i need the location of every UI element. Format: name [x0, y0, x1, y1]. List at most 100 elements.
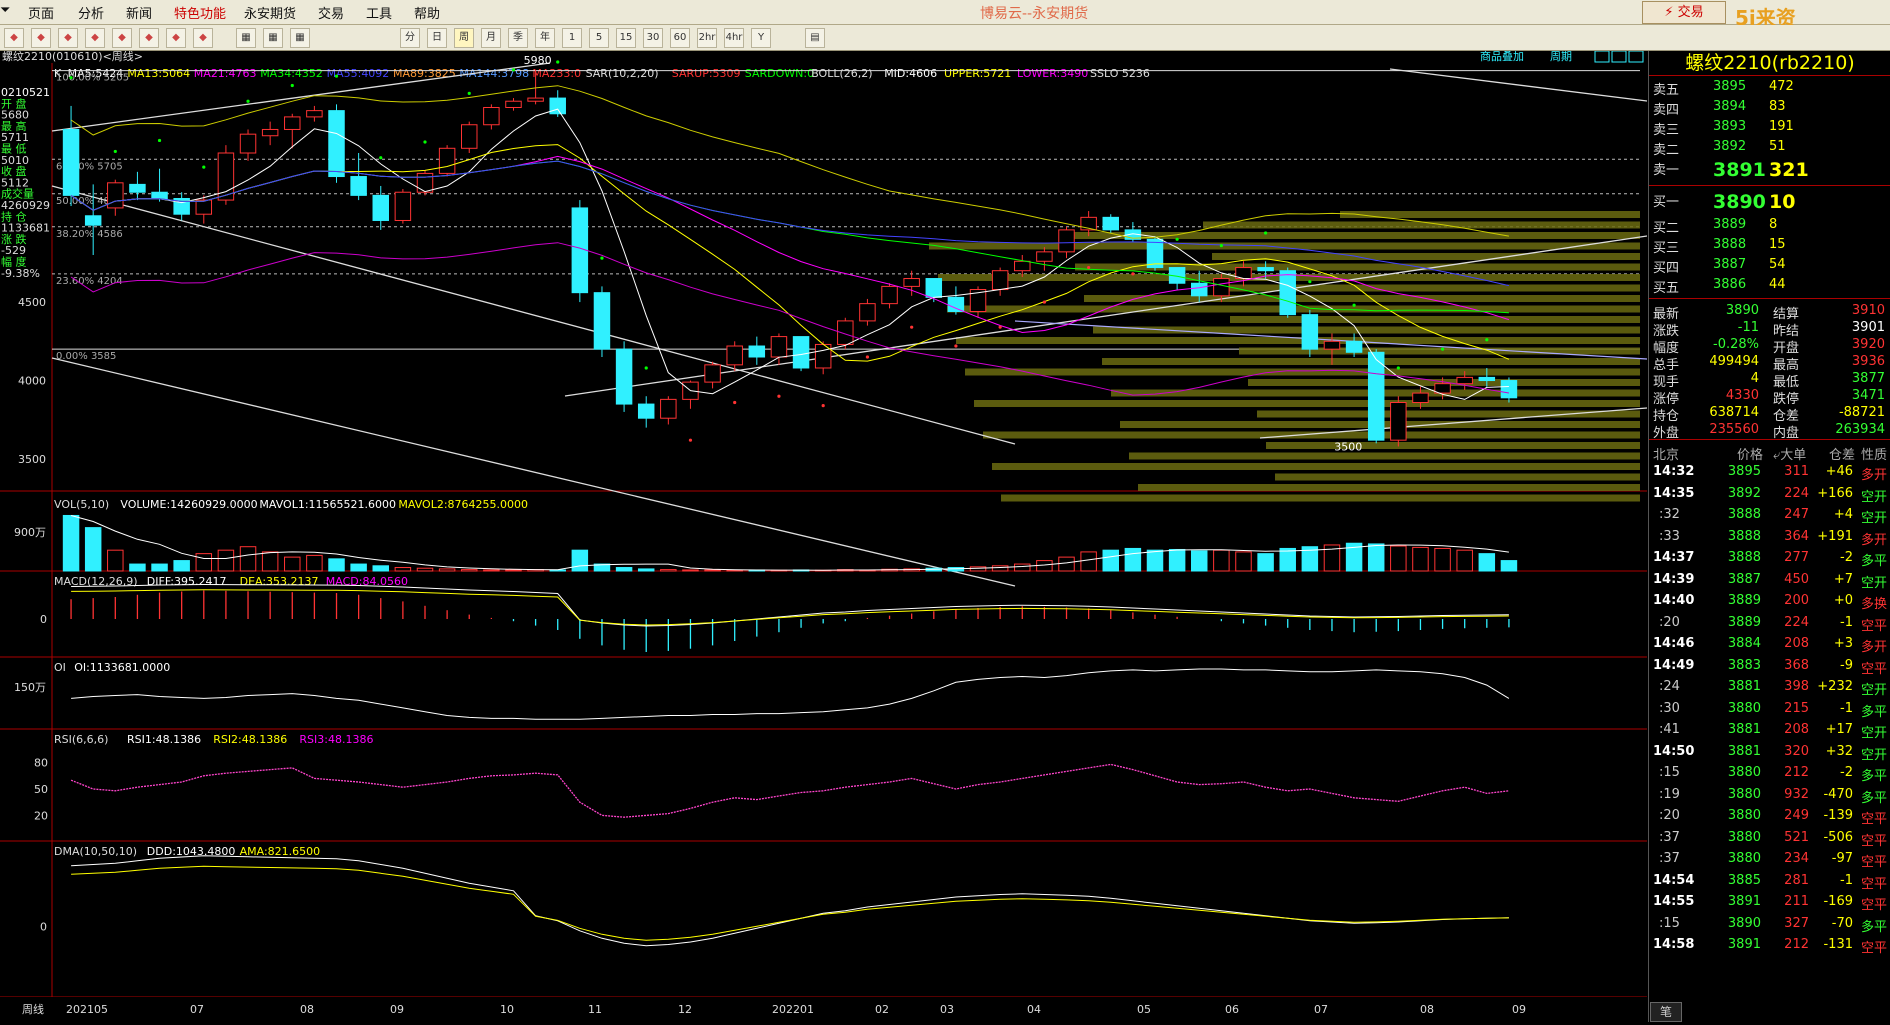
period-button[interactable]: Y: [751, 28, 771, 48]
chart-svg[interactable]: 螺纹2210(010610)<周线> 商品叠加 周期K MA5:5424 MA13:50…: [0, 49, 1648, 1022]
pencil-icon[interactable]: ◆: [85, 28, 105, 48]
candle-body: [770, 336, 788, 358]
stat-value: 3890: [1725, 303, 1759, 318]
lock-icon[interactable]: ▦: [290, 28, 310, 48]
candle-body: [947, 296, 965, 312]
tick-volume: 364: [1784, 528, 1809, 544]
cup-icon[interactable]: ◆: [139, 28, 159, 48]
period-button[interactable]: 1: [562, 28, 582, 48]
home-icon[interactable]: ◆: [4, 28, 24, 48]
tick-volume: 249: [1784, 808, 1809, 823]
candle-body: [438, 147, 456, 174]
x-axis-label: 05: [1137, 1003, 1151, 1016]
candle-body: [107, 182, 124, 209]
tick-row: :37 3880 234 -97 空平: [1649, 848, 1890, 870]
period-button[interactable]: 季: [508, 28, 528, 48]
sar-dot: [423, 140, 427, 144]
boll-upper-line: [70, 85, 1509, 239]
ask-price[interactable]: 3891: [1713, 159, 1766, 181]
candle-body: [1213, 278, 1230, 297]
price-axis-label: 4500: [18, 296, 46, 309]
volume-profile-bar: [1129, 452, 1640, 460]
layer-icon[interactable]: ◆: [166, 28, 186, 48]
chart-icon[interactable]: ◆: [58, 28, 78, 48]
bid-price[interactable]: 3887: [1713, 257, 1746, 272]
menu-item-tools[interactable]: 工具: [366, 3, 392, 22]
tick-time: 14:46: [1653, 636, 1695, 651]
bid-price[interactable]: 3888: [1713, 237, 1746, 252]
volume-profile-bar: [1275, 473, 1640, 481]
period-button[interactable]: 4hr: [724, 28, 744, 48]
volume-bar: [1412, 546, 1429, 572]
volume-bar: [1080, 551, 1097, 572]
tick-row: 14:39 3887 450 +7 空开: [1649, 569, 1890, 591]
list-icon[interactable]: ▦: [236, 28, 256, 48]
ask-price[interactable]: 3895: [1713, 79, 1746, 94]
period-button[interactable]: 60: [670, 28, 690, 48]
menu-item-news[interactable]: 新闻: [126, 3, 152, 22]
ask-price[interactable]: 3893: [1713, 119, 1746, 134]
tick-row: 14:54 3885 281 -1 空平: [1649, 870, 1890, 892]
tick-price: 3880: [1727, 808, 1761, 823]
period-button[interactable]: 分: [400, 28, 420, 48]
chart-area[interactable]: 螺纹2210(010610)<周线> 商品叠加 周期 K MA5:5424 MA13:50…: [0, 49, 1648, 1022]
period-button[interactable]: 5: [589, 28, 609, 48]
sar-dot: [157, 138, 162, 143]
divider: [1649, 185, 1890, 186]
menu-item-trade[interactable]: 交易: [318, 3, 344, 22]
candle-body: [1058, 229, 1075, 253]
tick-oi-change: +7: [1833, 571, 1853, 587]
sar-dot: [733, 400, 737, 405]
menu-item-page[interactable]: 页面: [28, 3, 54, 22]
menu-item-features[interactable]: 特色功能: [174, 3, 226, 22]
stat-value: -11: [1737, 320, 1759, 335]
volume-bar: [1213, 549, 1230, 572]
period-button[interactable]: 年: [535, 28, 555, 48]
macd-dea-line: [71, 589, 1509, 626]
period-button[interactable]: 2hr: [697, 28, 717, 48]
grid-icon[interactable]: ▦: [263, 28, 283, 48]
brush-icon[interactable]: ◆: [112, 28, 132, 48]
tick-time: 14:40: [1653, 593, 1695, 608]
period-button[interactable]: 日: [427, 28, 447, 48]
menu-item-yongan[interactable]: 永安期货: [244, 3, 296, 22]
bid-row: 买五 3886 44: [1649, 275, 1890, 296]
tick-price: 3895: [1727, 464, 1761, 479]
new-icon[interactable]: ◆: [193, 28, 213, 48]
candle-body: [483, 106, 500, 126]
dma-ddd-line: [71, 855, 1509, 947]
period-button[interactable]: 30: [643, 28, 663, 48]
period-button[interactable]: 月: [481, 28, 501, 48]
tick-oi-change: -506: [1823, 829, 1853, 845]
tick-time: 14:50: [1653, 743, 1695, 759]
high-marker: 5980: [524, 54, 552, 67]
bid-price[interactable]: 3890: [1713, 191, 1766, 213]
bid-price[interactable]: 3886: [1713, 277, 1746, 292]
menu-page-icon[interactable]: ⏷: [0, 3, 10, 18]
tick-nature: 多平: [1861, 769, 1888, 784]
period-button[interactable]: 周: [454, 28, 474, 48]
trade-button[interactable]: ⚡ 交易: [1642, 1, 1726, 24]
volume-bar: [1235, 551, 1252, 572]
tick-nature: 多换: [1861, 597, 1888, 612]
tick-time: 14:37: [1653, 550, 1695, 565]
menu-item-analysis[interactable]: 分析: [78, 3, 104, 22]
x-axis-label: 04: [1027, 1003, 1041, 1016]
sar-dot: [954, 344, 958, 348]
period-link: 周期: [1550, 51, 1572, 63]
folder-icon[interactable]: ◆: [31, 28, 51, 48]
ticks-tab[interactable]: 笔: [1650, 1002, 1682, 1022]
menu-item-help[interactable]: 帮助: [414, 3, 440, 22]
volume-bar: [438, 568, 456, 572]
legend-item: SSLO 5236: [1090, 67, 1150, 80]
period-button[interactable]: 15: [616, 28, 636, 48]
tick-volume: 212: [1784, 765, 1809, 780]
volume-bar: [1434, 547, 1451, 572]
calendar-icon[interactable]: ▤: [805, 28, 825, 48]
legend-item: SARUP:5309: [672, 67, 741, 80]
ask-price[interactable]: 3894: [1713, 99, 1746, 114]
ask-price[interactable]: 3892: [1713, 139, 1746, 154]
candle-body: [1279, 270, 1296, 316]
bid-price[interactable]: 3889: [1713, 217, 1746, 232]
legend-item: SAR(10,2,20): [586, 67, 659, 80]
